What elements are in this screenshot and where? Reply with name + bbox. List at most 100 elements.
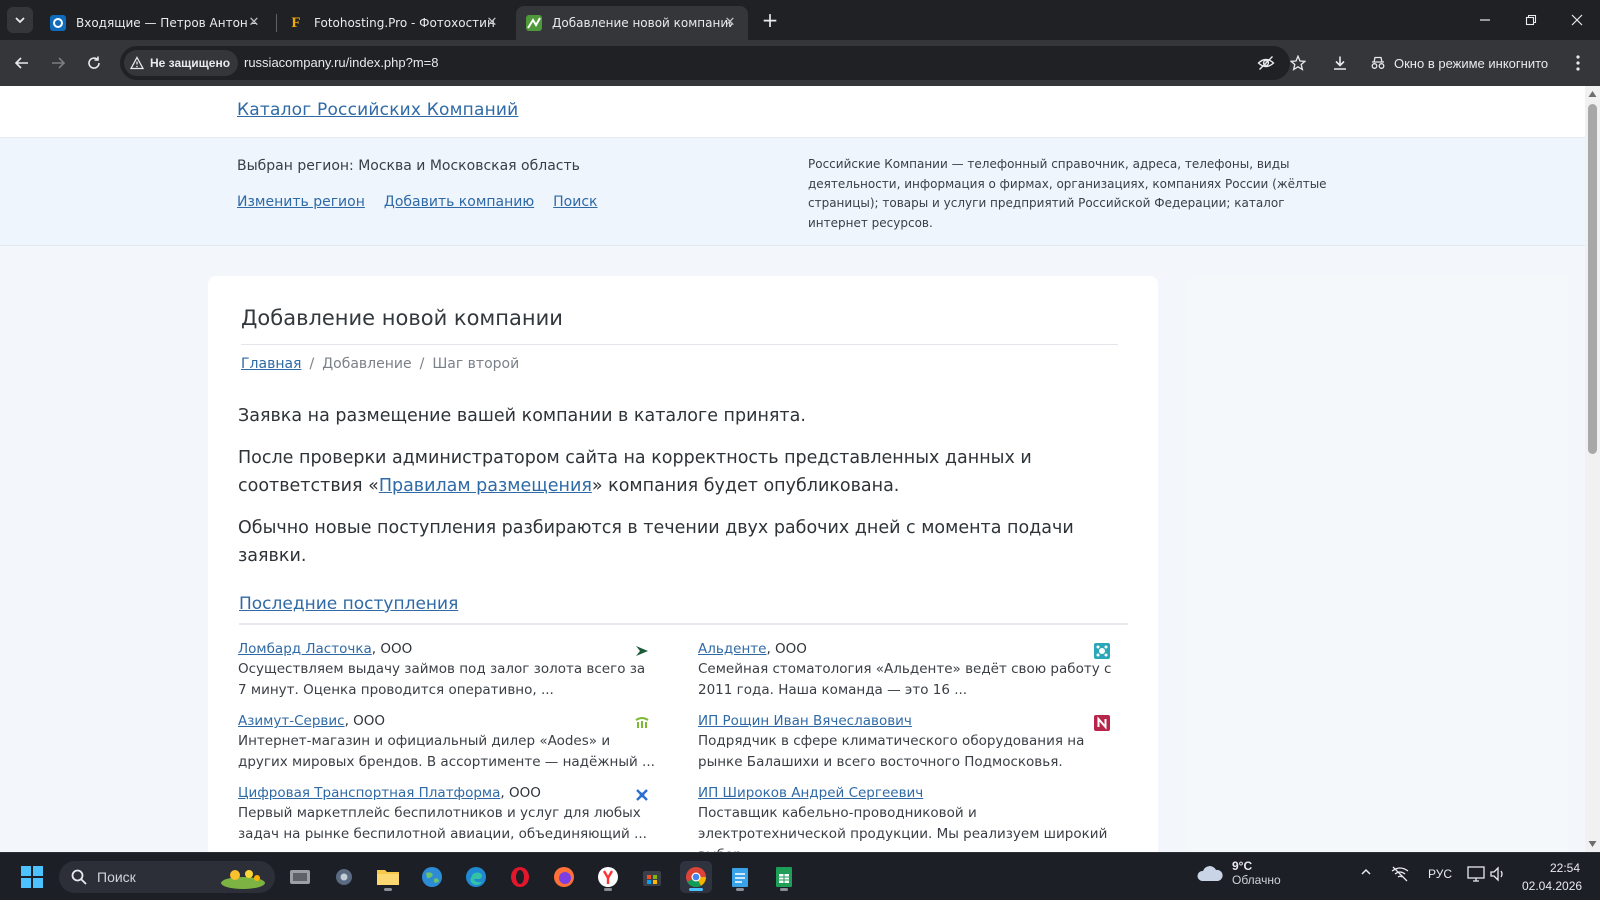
forward-button[interactable] [44,49,72,77]
address-bar[interactable]: Не защищено russiacompany.ru/index.php?m… [120,46,1306,80]
company-name-line: Азимут-Сервис, ООО [238,713,658,729]
running-indicator [689,888,703,891]
chrome-app[interactable] [680,861,712,893]
company-link[interactable]: Азимут-Сервис [238,713,345,729]
arrow-right-icon [52,57,66,69]
breadcrumb-separator: / [419,356,425,372]
firefox-app[interactable] [548,861,580,893]
region-label: Выбран регион: Москва и Московская облас… [237,158,580,174]
opera-icon [511,867,529,887]
tray-overflow-button[interactable] [1360,866,1372,881]
reload-icon [88,56,100,69]
recent-entries-heading[interactable]: Последние поступления [239,594,458,614]
notepad-app[interactable] [724,861,756,893]
company-form: , ООО [766,641,807,657]
url-text[interactable]: russiacompany.ru/index.php?m=8 [244,55,439,70]
site-favicon [526,15,542,31]
tab-add-company[interactable]: Добавление новой компании ✕ [516,6,748,40]
tab-search-button[interactable] [7,7,33,33]
start-button[interactable] [16,861,48,893]
n-logo-icon [1094,715,1110,731]
tab-inbox[interactable]: Входящие — Петров Антон — ✕ [40,6,272,40]
company-name-line: Цифровая Транспортная Платформа, ООО [238,785,658,801]
close-tab-icon[interactable]: ✕ [246,15,262,31]
weather-description: Облачно [1232,873,1281,887]
company-link[interactable]: Ломбард Ласточка [238,641,372,657]
company-form: , ООО [371,641,413,657]
scroll-thumb[interactable] [1588,104,1597,454]
task-view-button[interactable] [284,861,316,893]
download-button[interactable] [1326,49,1354,77]
list-item: Ломбард Ласточка, ООО Осуществляем выдач… [238,641,658,701]
scroll-up-icon[interactable] [1588,90,1597,98]
scroll-down-icon[interactable] [1588,840,1597,848]
yandex-icon [598,867,618,887]
chevron-up-icon [1361,868,1371,875]
monitor-icon [1467,866,1485,882]
company-link[interactable]: Цифровая Транспортная Платформа [238,785,500,801]
tab-fotohosting[interactable]: F Fotohosting.Pro - Фотохостинг ✕ [278,6,510,40]
breadcrumb-separator: / [309,356,315,372]
minimize-icon [1480,19,1490,21]
region-links: Изменить регион Добавить компанию Поиск [237,194,598,210]
close-tab-icon[interactable]: ✕ [484,15,500,31]
weather-widget[interactable]: 9°C Облачно [1196,859,1281,887]
company-link[interactable]: Альденте [698,641,766,657]
spreadsheet-app[interactable] [768,861,800,893]
company-description: Подрядчик в сфере климатического оборудо… [698,733,1085,770]
settings-app[interactable] [328,861,360,893]
page-scrollbar[interactable] [1585,86,1600,852]
running-indicator [604,888,612,891]
taskbar-search-box[interactable]: Поиск [59,861,275,893]
add-company-link[interactable]: Добавить компанию [384,194,534,210]
arrow-left-icon [14,57,28,69]
yandex-browser-app[interactable] [592,861,624,893]
store-app[interactable] [636,861,668,893]
opera-app[interactable] [504,861,536,893]
edge-app[interactable] [460,861,492,893]
region-band: Выбран регион: Москва и Московская облас… [0,138,1585,246]
running-indicator [780,888,788,891]
security-chip[interactable]: Не защищено [124,50,239,76]
placement-rules-link[interactable]: Правилам размещения [379,476,592,496]
browser-app-earth[interactable] [416,861,448,893]
new-tab-button[interactable]: + [758,8,782,32]
bookmark-star-icon[interactable] [1288,53,1308,73]
breadcrumb-home-link[interactable]: Главная [241,356,301,372]
breadcrumb: Главная / Добавление / Шаг второй [241,356,519,372]
drone-logo-icon [634,787,650,803]
close-window-button[interactable] [1554,0,1600,40]
eye-off-icon[interactable] [1256,53,1276,73]
site-description: Российские Компании — телефонный справоч… [808,157,1327,230]
change-region-link[interactable]: Изменить регион [237,194,365,210]
clock-date: 02.04.2026 [1522,879,1583,893]
globe-icon [422,867,442,887]
windows-taskbar: Поиск 9°C Облачно РУС 22:54 02.04.2026 [0,852,1600,900]
close-tab-icon[interactable]: ✕ [722,15,738,31]
restore-button[interactable] [1508,0,1554,40]
back-button[interactable] [8,49,36,77]
language-indicator[interactable]: РУС [1428,867,1452,881]
company-link[interactable]: ИП Широков Андрей Сергеевич [698,785,923,801]
aldente-logo-icon [1094,643,1110,659]
restore-icon [1525,14,1537,26]
security-label: Не защищено [150,56,231,70]
clock-time: 22:54 [1549,861,1580,875]
company-description: Семейная стоматология «Альденте» ведёт с… [698,661,1112,698]
system-clock[interactable]: 22:54 02.04.2026 [1522,859,1583,895]
gear-icon [336,869,352,885]
display-status[interactable] [1467,866,1485,885]
site-brand-link[interactable]: Каталог Российских Компаний [237,100,518,120]
volume-status[interactable] [1489,866,1507,885]
minimize-button[interactable] [1462,0,1508,40]
file-explorer-app[interactable] [372,861,404,893]
search-link[interactable]: Поиск [553,194,597,210]
network-status[interactable] [1391,866,1409,885]
incognito-indicator[interactable]: Окно в режиме инкогнито [1370,46,1548,80]
running-indicator [384,888,392,891]
browser-tab-strip: Входящие — Петров Антон — ✕ F Fotohostin… [0,0,1600,40]
reload-button[interactable] [80,49,108,77]
company-name-line: Ломбард Ласточка, ООО [238,641,658,657]
company-link[interactable]: ИП Рощин Иван Вячеславович [698,713,912,729]
browser-menu-button[interactable] [1564,49,1592,77]
